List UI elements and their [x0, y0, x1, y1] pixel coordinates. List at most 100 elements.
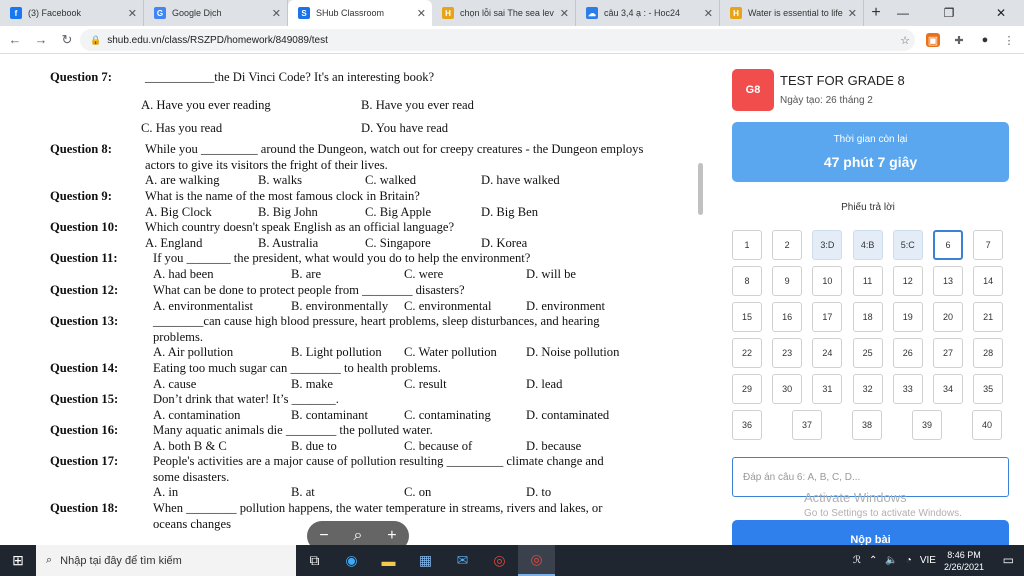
- answer-cell[interactable]: 4:B: [852, 230, 883, 260]
- answer-panel: G8 TEST FOR GRADE 8 Ngày tạo: 26 tháng 2…: [712, 55, 1024, 550]
- answer-cell[interactable]: 27: [933, 338, 963, 368]
- answer-cell[interactable]: 30: [772, 374, 803, 404]
- tab-title: câu 3,4 ạ : - Hoc24: [604, 8, 681, 18]
- answer-cell[interactable]: 22: [732, 338, 762, 368]
- answer-cell[interactable]: 39: [912, 410, 942, 440]
- tab-close-icon[interactable]: ✕: [560, 7, 569, 20]
- address-bar[interactable]: 🔒 shub.edu.vn/class/RSZPD/homework/84908…: [80, 29, 915, 51]
- profile-avatar-icon[interactable]: ●: [976, 31, 994, 49]
- answer-cell[interactable]: 28: [973, 338, 1004, 368]
- answer-cell[interactable]: 9: [772, 266, 803, 296]
- answer-cell[interactable]: 17: [812, 302, 843, 332]
- tab-close-icon[interactable]: ✕: [704, 7, 713, 20]
- menu-icon[interactable]: ⋮: [1000, 31, 1018, 49]
- url-text: shub.edu.vn/class/RSZPD/homework/849089/…: [107, 34, 328, 46]
- people-icon[interactable]: ℛ: [853, 555, 861, 566]
- extension-icon[interactable]: ▣: [926, 33, 940, 47]
- answer-cell[interactable]: 37: [792, 410, 822, 440]
- bookmark-star-icon[interactable]: ☆: [896, 31, 914, 49]
- question-text: Many aquatic animals die ________ the po…: [153, 423, 433, 437]
- browser-tab[interactable]: f (3) Facebook ✕: [0, 0, 144, 26]
- answer-cell[interactable]: 19: [892, 302, 923, 332]
- test-document: − ⌕ + Question 7: ___________the Di Vinci…: [0, 55, 712, 545]
- answer-cell[interactable]: 16: [772, 302, 803, 332]
- answer-cell[interactable]: 6: [933, 230, 963, 260]
- language-indicator[interactable]: VIE: [920, 555, 936, 566]
- notification-icon[interactable]: ▭: [1003, 553, 1014, 567]
- answer-cell[interactable]: 2: [772, 230, 803, 260]
- browser-tab[interactable]: G Google Dịch ✕: [144, 0, 288, 26]
- answer-cell[interactable]: 24: [812, 338, 843, 368]
- forward-icon[interactable]: →: [30, 29, 52, 51]
- answer-cell[interactable]: 5:C: [892, 230, 923, 260]
- volume-icon[interactable]: 🔈: [885, 555, 897, 566]
- answer-cell[interactable]: 15: [732, 302, 762, 332]
- answer-cell[interactable]: 36: [732, 410, 762, 440]
- extensions-puzzle-icon[interactable]: ✚: [950, 31, 968, 49]
- answer-cell[interactable]: 38: [852, 410, 882, 440]
- browser-tab[interactable]: S SHub Classroom ✕: [288, 0, 432, 26]
- file-explorer-icon[interactable]: ▬: [370, 545, 407, 576]
- answer-cell[interactable]: 11: [852, 266, 883, 296]
- question-text: Eating too much sugar can ________ to he…: [153, 361, 441, 375]
- answer-cell[interactable]: 10: [812, 266, 843, 296]
- zoom-search-icon[interactable]: ⌕: [354, 527, 363, 545]
- answer-cell[interactable]: 23: [772, 338, 803, 368]
- answer-cell[interactable]: 7: [973, 230, 1004, 260]
- mail-icon[interactable]: ✉: [444, 545, 481, 576]
- chrome-active-icon[interactable]: ◎: [518, 545, 555, 576]
- tab-close-icon[interactable]: ✕: [128, 7, 137, 20]
- zoom-in-icon[interactable]: +: [387, 527, 396, 545]
- answer-cell[interactable]: 31: [812, 374, 843, 404]
- answer-cell[interactable]: 40: [972, 410, 1002, 440]
- tab-close-icon[interactable]: ✕: [272, 7, 281, 20]
- answer-option: C. Singapore: [365, 235, 431, 250]
- close-window-button[interactable]: ✕: [978, 0, 1024, 26]
- answer-cell[interactable]: 18: [852, 302, 883, 332]
- task-view-icon[interactable]: ⧉: [296, 545, 333, 576]
- answer-option: C. Water pollution: [404, 345, 497, 359]
- question-text: People's activities are a major cause of…: [153, 454, 604, 468]
- answer-option: A. Air pollution: [153, 345, 234, 359]
- taskbar-search[interactable]: ⌕ Nhập tại đây để tìm kiếm: [36, 545, 296, 576]
- class-badge: G8: [732, 69, 774, 111]
- answer-cell[interactable]: 1: [732, 230, 762, 260]
- answer-option: A. had been: [153, 266, 214, 281]
- answer-cell[interactable]: 26: [892, 338, 923, 368]
- reload-icon[interactable]: ↻: [56, 29, 78, 51]
- back-icon[interactable]: ←: [4, 29, 26, 51]
- answer-cell[interactable]: 3:D: [812, 230, 843, 260]
- tab-close-icon[interactable]: ✕: [848, 7, 857, 20]
- browser-tab[interactable]: ☁ câu 3,4 ạ : - Hoc24 ✕: [576, 0, 720, 26]
- chrome-icon[interactable]: ◎: [481, 545, 518, 576]
- answer-cell[interactable]: 20: [933, 302, 963, 332]
- answer-cell[interactable]: 8: [732, 266, 762, 296]
- clock[interactable]: 8:46 PM 2/26/2021: [944, 549, 984, 573]
- edge-icon[interactable]: ◉: [333, 545, 370, 576]
- browser-tab[interactable]: Hchọn lỗi sai The sea lev ✕: [432, 0, 576, 26]
- answer-cell[interactable]: 21: [973, 302, 1004, 332]
- zoom-out-icon[interactable]: −: [319, 527, 328, 545]
- document-scrollbar[interactable]: [698, 163, 703, 215]
- question-label: Question 17:: [50, 454, 119, 468]
- answer-cell[interactable]: 35: [973, 374, 1004, 404]
- answer-cell[interactable]: 29: [732, 374, 762, 404]
- tab-close-icon[interactable]: ✕: [417, 7, 426, 20]
- answer-cell[interactable]: 33: [892, 374, 923, 404]
- network-icon[interactable]: ◔: [906, 555, 912, 566]
- show-hidden-icons-icon[interactable]: ⌃: [869, 555, 877, 566]
- answer-option: B. contaminant: [291, 407, 368, 422]
- store-icon[interactable]: ▦: [407, 545, 444, 576]
- maximize-button[interactable]: ❐: [926, 0, 972, 26]
- answer-option: A. in: [153, 485, 179, 499]
- answer-cell[interactable]: 14: [973, 266, 1004, 296]
- answer-cell[interactable]: 25: [852, 338, 883, 368]
- question-label: Question 18:: [50, 501, 119, 515]
- answer-cell[interactable]: 12: [892, 266, 923, 296]
- answer-cell[interactable]: 13: [933, 266, 963, 296]
- answer-cell[interactable]: 34: [933, 374, 963, 404]
- answer-cell[interactable]: 32: [852, 374, 883, 404]
- browser-tab[interactable]: H Water is essential to life ✕: [720, 0, 864, 26]
- windows-start-icon[interactable]: ⊞: [0, 545, 36, 576]
- minimize-button[interactable]: —: [880, 0, 926, 26]
